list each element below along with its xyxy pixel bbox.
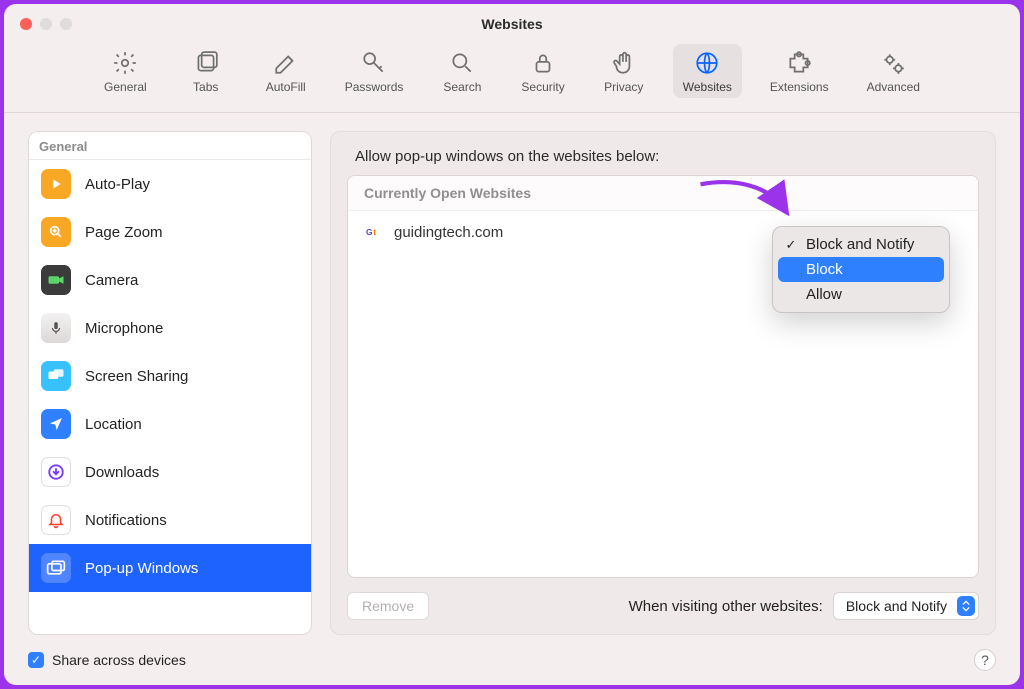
tab-search[interactable]: Search [431, 44, 493, 98]
tab-label: Websites [683, 80, 732, 94]
titlebar: Websites [4, 4, 1020, 44]
popup-option-allow[interactable]: Allow [778, 282, 944, 307]
sidebar-list: Auto-Play Page Zoom Camera [29, 160, 311, 634]
tab-label: Security [521, 80, 564, 94]
tab-security[interactable]: Security [511, 44, 574, 98]
popup-option-label: Allow [806, 286, 842, 303]
key-icon [361, 50, 387, 76]
actions-row: Remove When visiting other websites: Blo… [347, 592, 979, 620]
gear-icon [112, 50, 138, 76]
svg-text:t: t [373, 227, 376, 237]
tab-label: Tabs [193, 80, 218, 94]
popup-option-label: Block [806, 261, 843, 278]
checkmark-icon [784, 237, 798, 253]
tab-tabs[interactable]: Tabs [175, 44, 237, 98]
sidebar-item-label: Notifications [85, 512, 167, 529]
popup-option-label: Block and Notify [806, 236, 914, 253]
play-icon [41, 169, 71, 199]
panel-title: Allow pop-up windows on the websites bel… [355, 148, 979, 165]
sidebar-item-label: Microphone [85, 320, 163, 337]
location-arrow-icon [41, 409, 71, 439]
zoom-window-button[interactable] [60, 18, 72, 30]
tab-passwords[interactable]: Passwords [335, 44, 414, 98]
sidebar-item-label: Pop-up Windows [85, 560, 198, 577]
sidebar-section-header: General [29, 132, 311, 160]
window-footer: ✓ Share across devices ? [4, 643, 1020, 685]
sidebar-item-notifications[interactable]: Notifications [29, 496, 311, 544]
sidebar-item-downloads[interactable]: Downloads [29, 448, 311, 496]
main-panel: Allow pop-up windows on the websites bel… [330, 131, 996, 635]
select-value: Block and Notify [846, 598, 947, 614]
puzzle-icon [786, 50, 812, 76]
sites-list-header: Currently Open Websites [348, 176, 978, 211]
tabs-icon [193, 50, 219, 76]
sidebar-item-label: Downloads [85, 464, 159, 481]
categories-sidebar: General Auto-Play Page Zoom [28, 131, 312, 635]
tab-privacy[interactable]: Privacy [593, 44, 655, 98]
checkbox-label: Share across devices [52, 652, 186, 668]
sidebar-item-pagezoom[interactable]: Page Zoom [29, 208, 311, 256]
sidebar-item-label: Camera [85, 272, 138, 289]
microphone-icon [41, 313, 71, 343]
sidebar-item-label: Screen Sharing [85, 368, 188, 385]
sidebar-item-label: Location [85, 416, 142, 433]
zoom-icon [41, 217, 71, 247]
content-area: General Auto-Play Page Zoom [4, 113, 1020, 643]
help-icon: ? [981, 652, 989, 668]
popup-windows-icon [41, 553, 71, 583]
preferences-toolbar: General Tabs AutoFill Passwords Search [4, 44, 1020, 113]
window-title: Websites [4, 16, 1020, 32]
site-domain: guidingtech.com [394, 224, 503, 241]
sidebar-item-microphone[interactable]: Microphone [29, 304, 311, 352]
sidebar-item-camera[interactable]: Camera [29, 256, 311, 304]
download-icon [41, 457, 71, 487]
checkbox-checked-icon: ✓ [28, 652, 44, 668]
hand-icon [611, 50, 637, 76]
close-window-button[interactable] [20, 18, 32, 30]
websites-list-box: Currently Open Websites Gt guidingtech.c… [347, 175, 979, 578]
popup-option-block-and-notify[interactable]: Block and Notify [778, 232, 944, 257]
sidebar-item-label: Page Zoom [85, 224, 163, 241]
tab-advanced[interactable]: Advanced [857, 44, 930, 98]
default-policy-select[interactable]: Block and Notify [833, 592, 979, 620]
tab-websites[interactable]: Websites [673, 44, 742, 98]
camera-icon [41, 265, 71, 295]
tab-label: General [104, 80, 147, 94]
sidebar-item-label: Auto-Play [85, 176, 150, 193]
sidebar-item-autoplay[interactable]: Auto-Play [29, 160, 311, 208]
svg-text:G: G [366, 227, 373, 237]
search-icon [449, 50, 475, 76]
default-policy-label: When visiting other websites: [629, 598, 823, 615]
remove-button[interactable]: Remove [347, 592, 429, 620]
tab-label: Advanced [867, 80, 920, 94]
tab-label: Privacy [604, 80, 643, 94]
site-favicon-icon: Gt [366, 223, 384, 241]
sidebar-item-location[interactable]: Location [29, 400, 311, 448]
globe-icon [694, 50, 720, 76]
select-stepper-icon [957, 596, 975, 616]
tab-label: Search [443, 80, 481, 94]
gears-icon [880, 50, 906, 76]
tab-label: Extensions [770, 80, 829, 94]
minimize-window-button[interactable] [40, 18, 52, 30]
share-across-devices-row[interactable]: ✓ Share across devices [28, 652, 186, 668]
help-button[interactable]: ? [974, 649, 996, 671]
bell-icon [41, 505, 71, 535]
lock-icon [530, 50, 556, 76]
popup-option-block[interactable]: Block [778, 257, 944, 282]
site-policy-popup-menu: Block and Notify Block Allow [772, 226, 950, 313]
tab-extensions[interactable]: Extensions [760, 44, 839, 98]
tab-general[interactable]: General [94, 44, 157, 98]
preferences-window: Websites General Tabs AutoFill Password [4, 4, 1020, 685]
tab-autofill[interactable]: AutoFill [255, 44, 317, 98]
autofill-icon [273, 50, 299, 76]
screens-icon [41, 361, 71, 391]
tab-label: AutoFill [266, 80, 306, 94]
sidebar-item-screensharing[interactable]: Screen Sharing [29, 352, 311, 400]
window-controls [4, 18, 72, 30]
sidebar-item-popup-windows[interactable]: Pop-up Windows [29, 544, 311, 592]
tab-label: Passwords [345, 80, 404, 94]
default-policy-section: When visiting other websites: Block and … [629, 592, 979, 620]
